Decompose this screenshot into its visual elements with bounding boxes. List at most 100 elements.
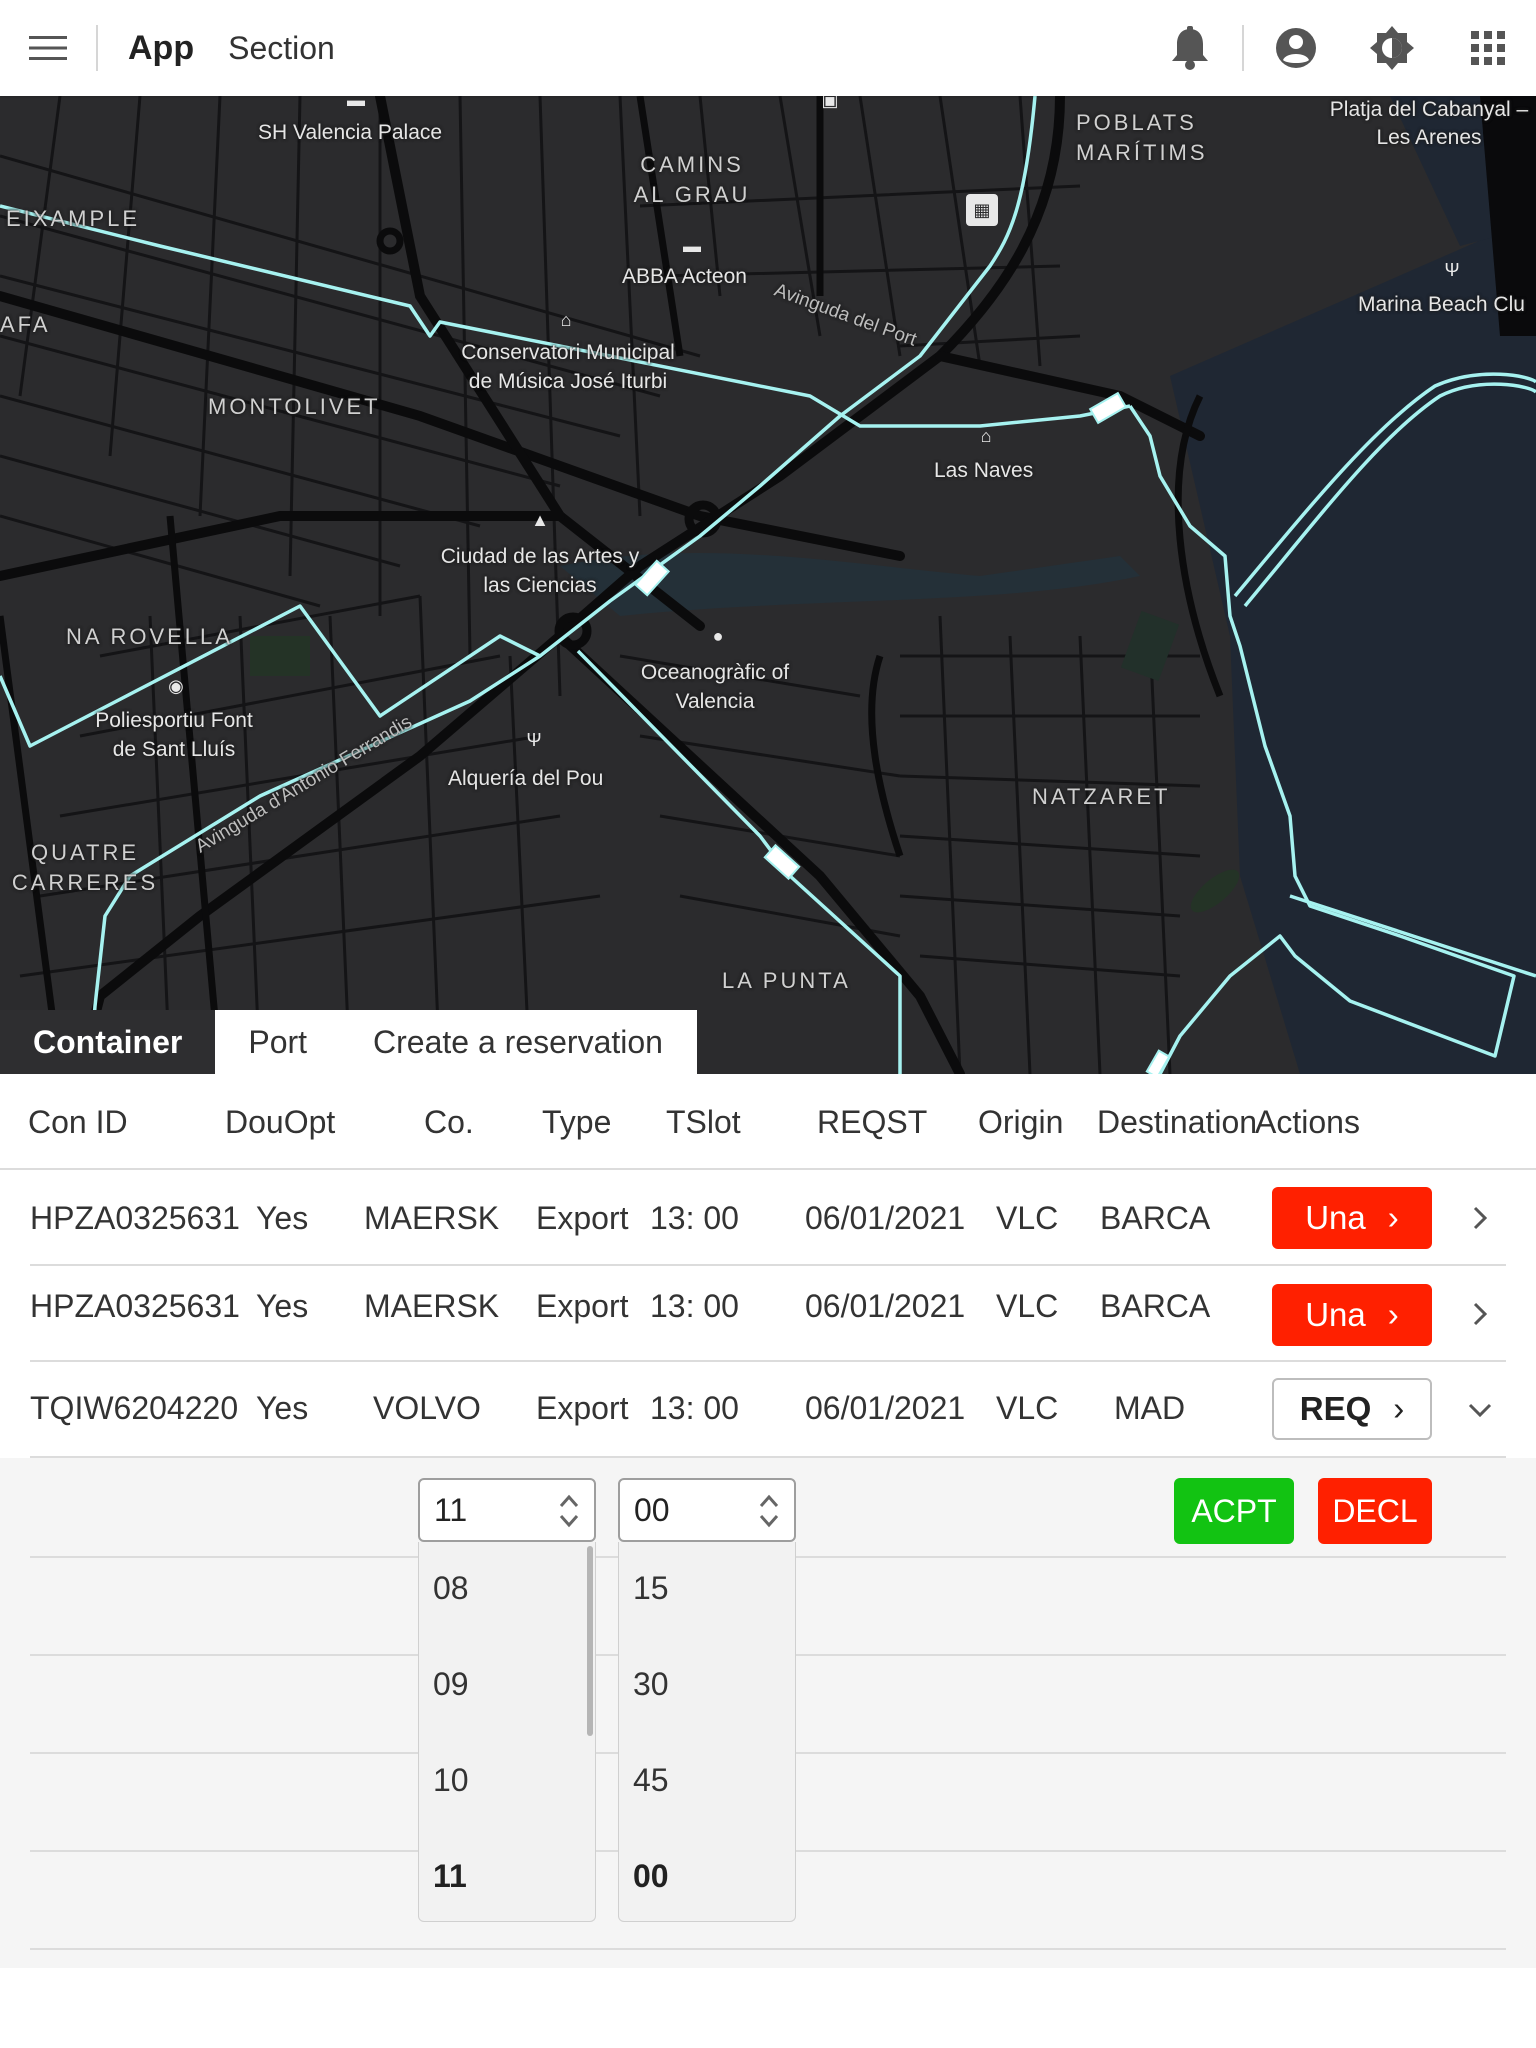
action-label: REQ: [1299, 1390, 1372, 1427]
unassign-button[interactable]: Una ›: [1272, 1284, 1432, 1346]
table-row[interactable]: HPZA0325631 Yes MAERSK Export 13: 00 06/…: [0, 1170, 1536, 1266]
minute-option[interactable]: 45: [633, 1762, 669, 1799]
map-district-label: EIXAMPLE: [6, 206, 141, 231]
minute-dropdown-list[interactable]: 15 30 45 00: [618, 1542, 796, 1922]
column-header-type: Type: [542, 1104, 612, 1140]
menu-button[interactable]: [0, 0, 96, 96]
table-header: Con ID DouOpt Co. Type TSlot REQST Origi…: [0, 1074, 1536, 1170]
restaurant-icon: Ψ: [526, 730, 542, 750]
unassign-button[interactable]: Una ›: [1272, 1187, 1432, 1249]
bell-icon: [1172, 26, 1208, 70]
map-place-label: ABBA Acteon: [622, 265, 747, 288]
header-divider-right: [1242, 25, 1244, 71]
landmark-icon: ▣: [821, 96, 839, 110]
select-arrows-icon: [759, 1494, 779, 1528]
column-header-destination: Destination: [1097, 1104, 1258, 1140]
map-district-label: MONTOLIVET: [208, 394, 381, 419]
map-place-label: Las Naves: [934, 459, 1034, 482]
apps-grid-icon: [1471, 31, 1505, 65]
decline-button[interactable]: DECL: [1318, 1478, 1432, 1544]
cell-douopt: Yes: [256, 1288, 309, 1324]
tab-container[interactable]: Container: [0, 1010, 216, 1074]
hour-option[interactable]: 09: [433, 1666, 469, 1703]
cell-tslot: 13: 00: [650, 1288, 739, 1324]
row-expand-button[interactable]: [1462, 1294, 1498, 1334]
stadium-icon: ◉: [168, 676, 184, 696]
map-place-label: Oceanogràfic of Valencia: [640, 661, 790, 713]
notifications-button[interactable]: [1142, 0, 1238, 96]
select-arrows-icon: [559, 1494, 579, 1528]
map-district-label: NA ROVELLA: [66, 624, 233, 649]
containers-table: Con ID DouOpt Co. Type TSlot REQST Origi…: [0, 1074, 1536, 1974]
row-collapse-button[interactable]: [1462, 1390, 1498, 1430]
map-place-label: Platja del Cabanyal – Les Arenes: [1329, 98, 1529, 149]
table-row-expanded[interactable]: TQIW6204220 Yes VOLVO Export 13: 00 06/0…: [0, 1362, 1536, 1458]
cell-destination: MAD: [1114, 1390, 1186, 1426]
column-header-actions: Actions: [1255, 1104, 1360, 1140]
column-header-douopt: DouOpt: [225, 1104, 336, 1140]
cell-con-id: HPZA0325631: [30, 1288, 240, 1324]
map-district-label: CAMINS AL GRAU: [633, 152, 751, 207]
map-canvas[interactable]: [0, 96, 1536, 1074]
map-place-label: Marina Beach Clu: [1358, 293, 1525, 316]
minute-option[interactable]: 30: [633, 1666, 669, 1703]
map-place-label: Ciudad de las Artes y las Ciencias: [440, 545, 640, 597]
account-button[interactable]: [1248, 0, 1344, 96]
cell-reqst: 06/01/2021: [805, 1288, 966, 1324]
cell-origin: VLC: [996, 1200, 1059, 1236]
map-district-label: NATZARET: [1032, 784, 1171, 809]
chevron-down-icon: [1468, 1403, 1492, 1417]
table-row[interactable]: HPZA0325631 Yes MAERSK Export 13: 00 06/…: [0, 1266, 1536, 1362]
cell-type: Export: [536, 1200, 629, 1236]
view-tabs: Container Port Create a reservation: [0, 1010, 697, 1074]
map-district-label: LA PUNTA: [722, 968, 851, 993]
map-place-label: Conservatori Municipal de Música José It…: [461, 341, 675, 393]
hour-select-value: 11: [434, 1491, 468, 1528]
column-header-origin: Origin: [978, 1104, 1064, 1140]
aquarium-icon: ●: [712, 626, 724, 646]
restaurant-icon: Ψ: [1444, 260, 1460, 280]
apps-button[interactable]: [1440, 0, 1536, 96]
theme-button[interactable]: [1344, 0, 1440, 96]
dropdown-scrollbar[interactable]: [587, 1546, 593, 1736]
request-button[interactable]: REQ ›: [1272, 1378, 1432, 1440]
cell-company: MAERSK: [364, 1288, 500, 1324]
column-header-reqst: REQST: [817, 1104, 928, 1140]
map-place-label: Poliesportiu Font de Sant Lluís: [95, 709, 253, 761]
hotel-icon: ▬: [347, 96, 365, 110]
cell-type: Export: [536, 1390, 629, 1426]
chevron-right-icon: ›: [1387, 1296, 1399, 1333]
map-view[interactable]: EIXAMPLE CAMINS AL GRAU POBLATS MARÍTIMS…: [0, 96, 1536, 1074]
top-app-bar: App Section: [0, 0, 1536, 96]
cell-type: Export: [536, 1288, 629, 1324]
column-header-company: Co.: [424, 1104, 474, 1140]
cell-destination: BARCA: [1100, 1200, 1211, 1236]
hour-option-selected[interactable]: 11: [433, 1858, 467, 1895]
hour-option[interactable]: 10: [433, 1762, 469, 1799]
map-place-label: Alquería del Pou: [448, 767, 604, 790]
tab-port[interactable]: Port: [215, 1010, 341, 1074]
app-title: App: [128, 28, 195, 67]
cell-company: MAERSK: [364, 1200, 500, 1236]
accept-button[interactable]: ACPT: [1174, 1478, 1294, 1544]
cell-con-id: HPZA0325631: [30, 1200, 240, 1236]
menu-icon: [29, 36, 67, 60]
minute-select[interactable]: 00: [618, 1478, 796, 1542]
minute-select-value: 00: [634, 1491, 670, 1528]
hour-select[interactable]: 11: [418, 1478, 596, 1542]
hour-dropdown-list[interactable]: 08 09 10 11: [418, 1542, 596, 1922]
museum-icon: ⌂: [560, 310, 572, 330]
monument-icon: ▲: [531, 510, 549, 530]
map-district-label: QUATRE CARRERES: [11, 840, 159, 895]
tab-create-reservation[interactable]: Create a reservation: [340, 1010, 697, 1074]
row-divider: [30, 1456, 1506, 1458]
chevron-right-icon: ›: [1387, 1199, 1399, 1236]
cell-origin: VLC: [996, 1390, 1059, 1426]
minute-option-selected[interactable]: 00: [633, 1858, 669, 1895]
cell-reqst: 06/01/2021: [805, 1390, 966, 1426]
minute-option[interactable]: 15: [633, 1570, 669, 1607]
header-divider: [96, 25, 98, 71]
hour-option[interactable]: 08: [433, 1570, 469, 1607]
row-expand-button[interactable]: [1462, 1198, 1498, 1238]
cell-origin: VLC: [996, 1288, 1059, 1324]
